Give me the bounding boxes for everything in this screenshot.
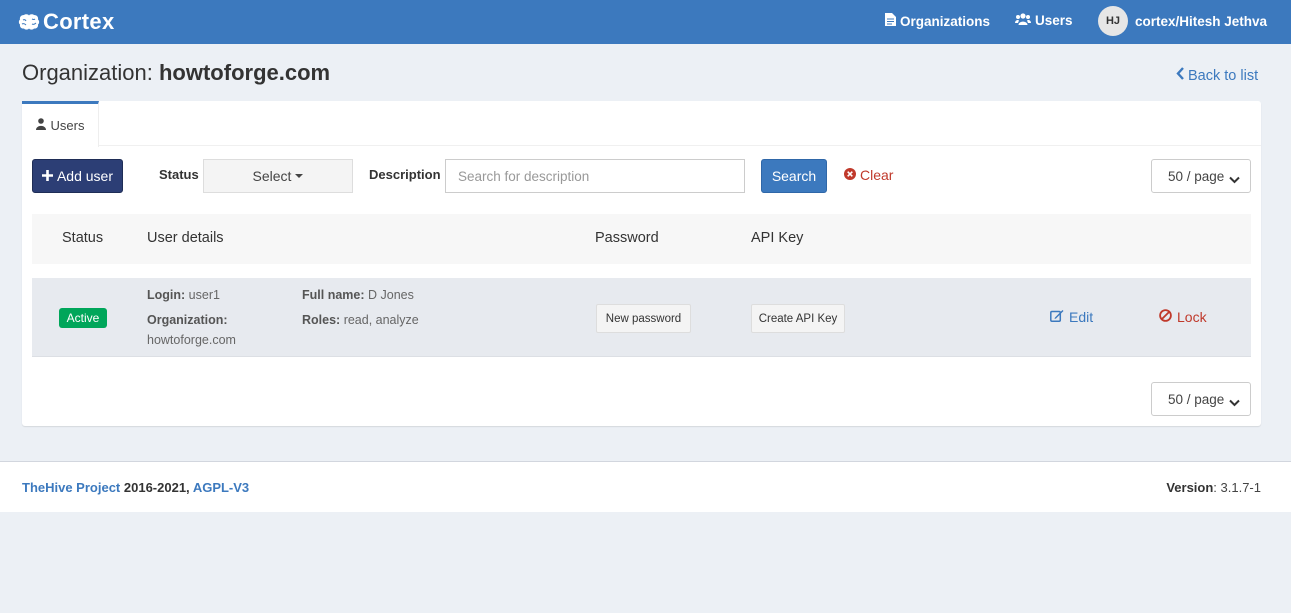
status-select-value: Select	[252, 168, 292, 184]
page-size-value: 50 / page	[1168, 168, 1225, 184]
footer: TheHive Project 2016-2021, AGPL-V3 Versi…	[0, 461, 1291, 512]
page-size-select-bottom[interactable]: 50 / page	[1151, 382, 1251, 416]
roles-value: read, analyze	[343, 313, 419, 327]
new-password-button[interactable]: New password	[596, 304, 691, 333]
header-api-key: API Key	[751, 230, 804, 246]
file-icon	[885, 13, 896, 29]
full-name-label: Full name:	[302, 288, 365, 302]
edit-icon	[1050, 309, 1064, 325]
page-size-select-top[interactable]: 50 / page	[1151, 159, 1251, 193]
full-name-detail: Full name: D Jones	[302, 288, 414, 302]
tab-strip: Users	[22, 101, 1261, 147]
login-value: user1	[188, 288, 220, 302]
organization-label: Organization:	[147, 313, 228, 327]
user-menu[interactable]: HJ cortex/Hitesh Jethva	[1098, 6, 1267, 36]
users-panel: Users Add user Status Select Description…	[22, 101, 1261, 426]
status-filter-label: Status	[159, 167, 199, 182]
edit-label: Edit	[1069, 309, 1094, 325]
lock-label: Lock	[1177, 309, 1207, 325]
version-value: : 3.1.7-1	[1213, 480, 1261, 495]
footer-copyright: TheHive Project 2016-2021, AGPL-V3	[22, 480, 249, 495]
roles-label: Roles:	[302, 313, 341, 327]
nav-users-label: Users	[1035, 13, 1073, 28]
add-user-label: Add user	[56, 168, 114, 184]
nav-organizations[interactable]: Organizations	[885, 13, 990, 29]
caret-down-icon	[295, 174, 304, 178]
times-circle-icon	[844, 167, 856, 183]
add-user-button[interactable]: Add user	[32, 159, 123, 193]
status-badge: Active	[59, 308, 107, 328]
chevron-left-icon	[1176, 67, 1185, 84]
chevron-down-icon	[1229, 395, 1240, 410]
chevron-down-icon	[1229, 172, 1240, 187]
thehive-project-link[interactable]: TheHive Project	[22, 480, 120, 495]
page-size-value: 50 / page	[1168, 391, 1225, 407]
page-title-org: howtoforge.com	[158, 60, 331, 85]
status-select[interactable]: Select	[203, 159, 353, 193]
full-name-value: D Jones	[368, 288, 414, 302]
search-button[interactable]: Search	[761, 159, 827, 193]
version-label: Version	[1166, 480, 1214, 495]
tab-users[interactable]: Users	[22, 101, 99, 147]
login-label: Login:	[147, 288, 186, 302]
lock-user-link[interactable]: Lock	[1159, 309, 1207, 325]
create-api-key-button[interactable]: Create API Key	[751, 304, 845, 333]
license-link[interactable]: AGPL-V3	[193, 480, 249, 495]
organization-value: howtoforge.com	[147, 333, 236, 347]
clear-button[interactable]: Clear	[844, 167, 893, 183]
edit-user-link[interactable]: Edit	[1050, 309, 1093, 325]
users-icon	[1015, 13, 1031, 28]
description-filter-label: Description	[369, 167, 441, 182]
user-icon	[35, 118, 46, 133]
brand-logo[interactable]: Cortex	[18, 9, 115, 35]
back-to-list-link[interactable]: Back to list	[1176, 67, 1258, 84]
header-password: Password	[595, 230, 659, 246]
nav-users[interactable]: Users	[1015, 13, 1073, 28]
back-to-list-label: Back to list	[1188, 67, 1259, 84]
table-row: Active Login: user1 Organization: howtof…	[32, 278, 1251, 357]
login-detail: Login: user1	[147, 288, 220, 302]
brand-name: Cortex	[43, 9, 115, 34]
plus-icon	[41, 168, 53, 184]
top-navbar: Cortex Organizations Users HJ cortex/Hit…	[0, 0, 1291, 44]
clear-label: Clear	[860, 167, 894, 183]
roles-detail: Roles: read, analyze	[302, 313, 419, 327]
header-user-details: User details	[147, 230, 224, 246]
tab-users-label: Users	[50, 118, 85, 133]
description-search-input[interactable]	[445, 159, 745, 193]
brain-icon	[18, 13, 40, 31]
avatar: HJ	[1098, 6, 1128, 36]
organization-detail: Organization:	[147, 313, 228, 327]
user-name: cortex/Hitesh Jethva	[1135, 13, 1268, 29]
ban-icon	[1159, 309, 1172, 325]
page-title: Organization: howtoforge.com	[22, 60, 330, 86]
nav-organizations-label: Organizations	[900, 13, 991, 29]
footer-years: 2016-2021,	[123, 480, 190, 495]
header-status: Status	[62, 230, 104, 246]
page-title-prefix: Organization:	[22, 60, 153, 85]
table-header: Status User details Password API Key	[32, 214, 1251, 264]
footer-version: Version: 3.1.7-1	[1166, 480, 1261, 495]
